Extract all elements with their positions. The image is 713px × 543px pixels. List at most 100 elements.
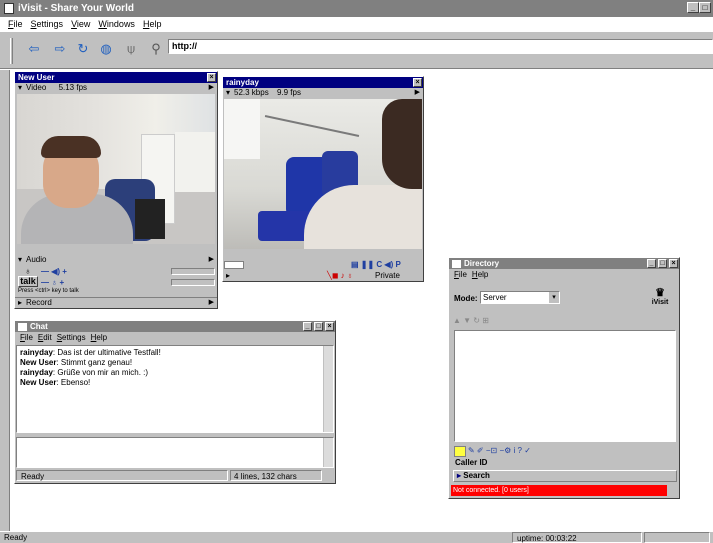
video-person-head (382, 99, 422, 189)
menu-settings[interactable]: Settings (31, 17, 64, 31)
close-icon[interactable]: × (325, 322, 334, 331)
rainyday-stats-bar[interactable]: ▾ 52.3 kbps 9.9 fps ▶ (223, 88, 423, 98)
mode-value: Server (483, 293, 507, 302)
video-label: Video (26, 83, 47, 92)
playback-controls[interactable]: ▤ ❚❚ C ◀) P (351, 260, 421, 269)
mode-label: Mode: (454, 294, 478, 303)
chat-message: New User: Stimmt ganz genau! (20, 358, 330, 368)
private-label[interactable]: Private (375, 271, 400, 281)
expand-arrow-icon[interactable]: ▶ (209, 255, 214, 265)
expand-arrow-icon[interactable]: ▶ (209, 298, 214, 308)
collapse-triangle-icon[interactable]: ▾ (226, 88, 234, 98)
close-icon[interactable]: × (207, 73, 216, 82)
rainyday-control-bar[interactable]: ▸ ╲◼ ♪ ♁ Private (223, 271, 423, 281)
toolbar-grip[interactable] (10, 38, 13, 64)
menu-help[interactable]: Help (143, 17, 162, 31)
directory-action-buttons[interactable]: ✎ ✐ −⊡ −⚙ i ? ✓ (468, 446, 578, 457)
directory-title-bar[interactable]: Directory _ □ × (449, 258, 679, 269)
volume-controls[interactable]: — ◀) + (41, 267, 81, 276)
play-triangle-icon[interactable]: ▸ (457, 471, 461, 480)
chat-title-bar[interactable]: Chat _ □ × (15, 321, 335, 332)
ivisit-logo-icon: ♛ (655, 287, 665, 299)
new-user-window: New User × ▾ Video 5.13 fps ▶ ▾ Audio ▶ ♁ … (14, 71, 218, 309)
minimize-icon[interactable]: _ (303, 322, 312, 331)
rainyday-video-feed[interactable] (224, 99, 422, 249)
chat-user: New User (20, 358, 57, 367)
directory-menu-help[interactable]: Help (472, 269, 488, 280)
chat-message: New User: Ebenso! (20, 378, 330, 388)
search-bar[interactable]: ▸ Search (453, 470, 677, 482)
rainyday-title-bar[interactable]: rainyday × (223, 77, 423, 88)
play-triangle-icon[interactable]: ▸ (18, 298, 26, 308)
refresh-icon[interactable]: ↻ (73, 39, 93, 59)
chat-text: : Das ist der ultimative Testfall! (52, 348, 161, 357)
chat-log[interactable]: rainyday : Das ist der ultimative Testfal… (16, 345, 334, 433)
volume-meter (171, 268, 215, 275)
expand-arrow-icon[interactable]: ▶ (415, 88, 420, 98)
new-user-title: New User (18, 73, 55, 82)
directory-menubar: File Help (449, 269, 679, 280)
caller-id-color-swatch[interactable] (454, 446, 466, 457)
globe-icon[interactable]: ◍ (96, 39, 116, 59)
directory-menu-file[interactable]: File (454, 269, 467, 280)
chat-message: rainyday: Das ist der ultimative Testfal… (20, 348, 330, 358)
quality-dropdown[interactable] (224, 261, 244, 269)
status-text: Ready (4, 533, 28, 542)
main-toolbar: ⇦ ⇨ ↻ ◍ ⍦ ⚲ http:// (0, 31, 713, 69)
chat-status: Ready (16, 470, 228, 481)
chat-menu-edit[interactable]: Edit (38, 332, 52, 343)
mic-meter (171, 279, 215, 286)
ivisit-logo-text: iVisit (651, 299, 669, 306)
maximize-icon[interactable]: □ (314, 322, 323, 331)
back-arrow-icon[interactable]: ⇦ (24, 39, 44, 59)
chat-window: Chat _ □ × File Edit Settings Help rainyday… (14, 320, 336, 484)
maximize-icon[interactable]: □ (699, 2, 711, 13)
user-connect-icon[interactable]: ⚲ (146, 39, 166, 59)
chat-input[interactable] (16, 437, 334, 468)
rainyday-fps: 9.9 fps (276, 88, 301, 97)
expand-arrow-icon[interactable]: ▶ (209, 83, 214, 93)
play-triangle-icon[interactable]: ▸ (226, 271, 234, 281)
chat-menu-file[interactable]: File (20, 332, 33, 343)
rainyday-rate: 52.3 kbps (234, 88, 269, 97)
record-label: Record (26, 298, 52, 307)
chat-text: : Grüße von mir an mich. :) (52, 368, 149, 377)
collapse-triangle-icon[interactable]: ▾ (18, 255, 26, 265)
video-person-hair (41, 136, 101, 158)
close-icon[interactable]: × (669, 259, 678, 268)
user-list[interactable] (454, 330, 676, 442)
record-bar[interactable]: ▸ Record ▶ (15, 297, 217, 307)
microphone-icon[interactable]: ♁ (18, 266, 38, 276)
audio-bar[interactable]: ▾ Audio ▶ (15, 255, 217, 265)
video-fps: 5.13 fps (58, 83, 88, 92)
new-user-title-bar[interactable]: New User × (15, 72, 217, 83)
talk-button[interactable]: talk (18, 276, 38, 287)
mute-video-icon[interactable]: ╲◼ ♪ ♁ (327, 271, 353, 281)
minimize-icon[interactable]: _ (647, 259, 656, 268)
collapse-triangle-icon[interactable]: ▾ (18, 83, 26, 93)
chat-menu-settings[interactable]: Settings (57, 332, 86, 343)
new-user-video-feed[interactable] (17, 94, 215, 244)
menu-windows[interactable]: Windows (98, 17, 135, 31)
menu-file[interactable]: File (8, 17, 23, 31)
menu-view[interactable]: View (71, 17, 90, 31)
directory-nav-buttons[interactable]: ▲ ▼ ↻ ⊞ (453, 316, 507, 328)
mode-select[interactable]: Server ▾ (480, 291, 560, 304)
chat-icon (18, 322, 27, 331)
chat-menu-help[interactable]: Help (91, 332, 107, 343)
maximize-icon[interactable]: □ (658, 259, 667, 268)
chat-log-scrollbar[interactable] (323, 346, 333, 432)
close-icon[interactable]: × (413, 78, 422, 87)
main-menubar: File Settings View Windows Help (0, 17, 713, 31)
main-status-bar: Ready uptime: 00:03:22 (0, 531, 713, 543)
mic-controls[interactable]: — ♁ + (41, 278, 81, 287)
forward-arrow-icon[interactable]: ⇨ (50, 39, 70, 59)
chat-user: rainyday (20, 368, 53, 377)
ivisit-logo-icon (4, 3, 14, 14)
video-bar[interactable]: ▾ Video 5.13 fps ▶ (15, 83, 217, 93)
address-input[interactable] (168, 39, 713, 54)
minimize-icon[interactable]: _ (687, 2, 699, 13)
chevron-down-icon[interactable]: ▾ (549, 292, 559, 303)
broadcast-antenna-icon[interactable]: ⍦ (121, 39, 141, 59)
chat-input-scrollbar[interactable] (323, 438, 333, 467)
